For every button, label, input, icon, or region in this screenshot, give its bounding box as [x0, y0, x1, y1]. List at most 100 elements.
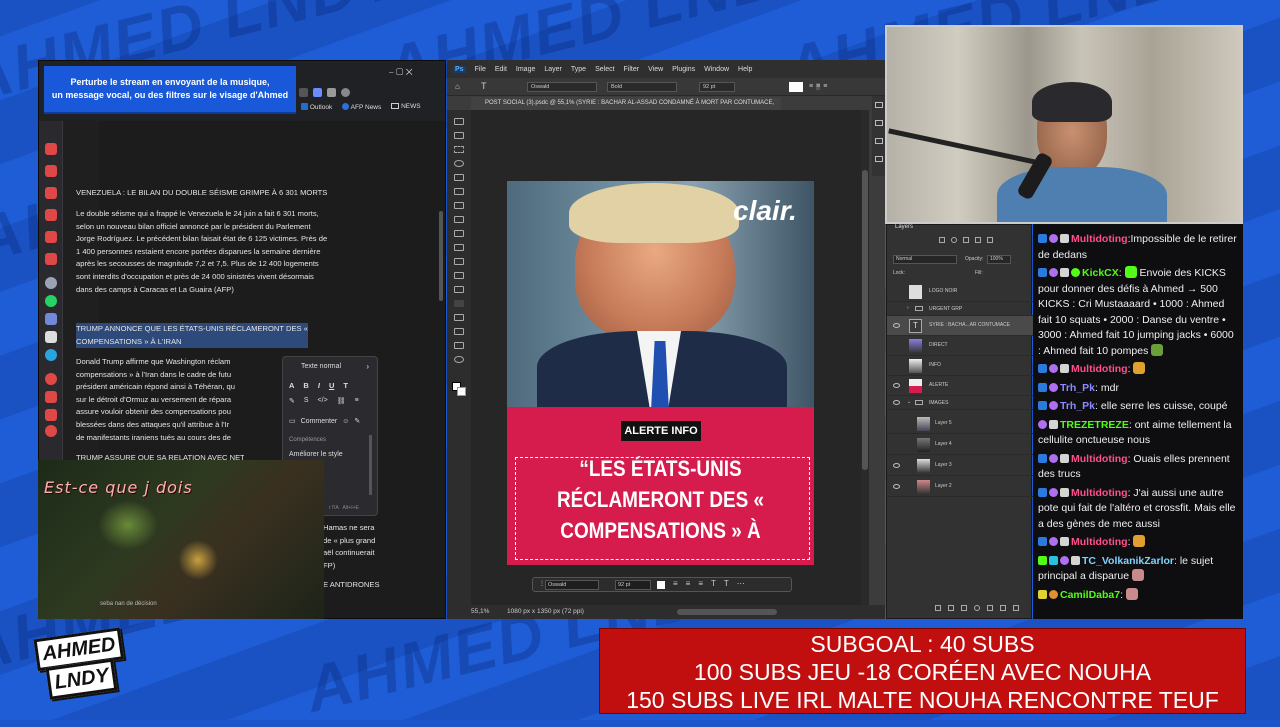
path-select-tool-icon[interactable] [454, 314, 464, 321]
menu-layer[interactable]: Layer [544, 66, 562, 73]
chat-username[interactable]: Multidoting [1071, 487, 1128, 499]
layer-row[interactable]: Layer 5 [887, 414, 1033, 434]
blend-mode-select[interactable]: Normal [893, 255, 957, 264]
color-swatch[interactable] [789, 82, 803, 92]
layer-row-selected[interactable]: T SYRIE : BACHA...AR CONTUMACE [887, 316, 1033, 336]
font-size-select[interactable]: 92 pt [699, 82, 735, 92]
menu-image[interactable]: Image [516, 66, 535, 73]
ps-scrollbar[interactable] [861, 110, 869, 605]
menu-type[interactable]: Type [571, 66, 586, 73]
adjustment-icon[interactable] [974, 605, 980, 611]
brush-tool-icon[interactable] [454, 230, 464, 237]
x-icon[interactable] [45, 331, 57, 343]
new-layer-icon[interactable] [1000, 605, 1006, 611]
menu-window[interactable]: Window [704, 66, 729, 73]
opacity-input[interactable]: 100% [987, 255, 1011, 264]
chevron-down-icon[interactable]: ⌄ [907, 399, 911, 405]
ctx-color-swatch[interactable] [657, 581, 665, 589]
italic-icon[interactable]: I [318, 381, 320, 390]
panel-icon[interactable] [875, 156, 883, 162]
stamp-tool-icon[interactable] [454, 244, 464, 251]
sidebar-icon[interactable] [45, 143, 57, 155]
lasso-tool-icon[interactable] [454, 160, 464, 167]
menu-plugins[interactable]: Plugins [672, 66, 695, 73]
chat-username[interactable]: KickCX [1082, 267, 1119, 279]
clear-format-icon[interactable]: T [343, 381, 348, 390]
telegram-icon[interactable] [45, 349, 57, 361]
panel-icon[interactable] [875, 120, 883, 126]
eye-icon[interactable] [893, 463, 900, 468]
align-center-icon[interactable]: ≡ [686, 579, 691, 588]
mask-icon[interactable] [961, 605, 967, 611]
gradient-tool-icon[interactable] [454, 286, 464, 293]
artboard-tool-icon[interactable] [454, 132, 464, 139]
menu-select[interactable]: Select [595, 66, 614, 73]
menu-edit[interactable]: Edit [495, 66, 507, 73]
font-weight-select[interactable]: Bold [607, 82, 677, 92]
layer-group-row[interactable]: › URGENT GRP [887, 302, 1033, 316]
bookmark-news[interactable]: NEWS [391, 103, 421, 111]
whatsapp-icon[interactable] [45, 295, 57, 307]
history-icon[interactable] [45, 373, 57, 385]
layer-row[interactable]: INFO [887, 356, 1033, 376]
code-icon[interactable]: </> [318, 397, 328, 405]
sidebar-icon[interactable] [45, 391, 57, 403]
emoji-icon[interactable]: ☺ [342, 418, 349, 425]
sidebar-icon[interactable] [45, 209, 57, 221]
fx-icon[interactable] [948, 605, 954, 611]
eye-icon[interactable] [893, 323, 900, 328]
sidebar-icon[interactable] [45, 231, 57, 243]
align-left-icon[interactable]: ≡ [809, 83, 813, 90]
sidebar-icon[interactable] [45, 409, 57, 421]
menu-view[interactable]: View [648, 66, 663, 73]
eye-icon[interactable] [893, 400, 900, 405]
align-center-icon[interactable]: ≡ [816, 83, 821, 90]
sidebar-icon[interactable] [45, 253, 57, 265]
object-select-tool-icon[interactable] [454, 174, 464, 181]
type-tool-icon[interactable] [454, 300, 464, 307]
window-controls[interactable]: ⎯ ▢ ✕ [389, 67, 413, 78]
layers-header[interactable]: Layers [895, 224, 913, 230]
filter-icon[interactable] [963, 237, 969, 243]
font-family-select[interactable]: Oswald [527, 82, 597, 92]
menu-filter[interactable]: Filter [624, 66, 640, 73]
horizontal-scroll-thumb[interactable] [677, 609, 777, 615]
text-style-select[interactable]: Texte normal [301, 363, 341, 370]
layer-row[interactable]: ALERTE [887, 376, 1033, 396]
extension-icon[interactable] [313, 88, 322, 97]
warp-text-icon[interactable]: T [711, 579, 716, 588]
link-icon[interactable]: ⛓ [337, 397, 346, 405]
eye-icon[interactable] [893, 383, 900, 388]
underline-icon[interactable]: U [329, 381, 334, 390]
panel-icon[interactable] [875, 102, 883, 108]
menu-help[interactable]: Help [738, 66, 752, 73]
sidebar-icon[interactable] [45, 165, 57, 177]
extension-icon[interactable] [327, 88, 336, 97]
background-color[interactable] [457, 387, 466, 396]
crop-tool-icon[interactable] [454, 188, 464, 195]
settings-icon[interactable] [45, 425, 57, 437]
layer-row[interactable]: DIRECT [887, 336, 1033, 356]
align-right-icon[interactable]: ≡ [823, 83, 827, 90]
sidebar-icon[interactable] [45, 187, 57, 199]
suggest-icon[interactable]: ✎ [354, 417, 360, 425]
menu-scrollbar[interactable] [369, 435, 372, 495]
list-icon[interactable]: ≡ [355, 397, 359, 405]
chevron-right-icon[interactable]: › [907, 305, 909, 311]
ps-scroll-thumb[interactable] [862, 170, 868, 470]
pencil-icon[interactable]: ✎ [289, 397, 295, 405]
layer-row[interactable]: LOGO NOIR [887, 282, 1033, 302]
chat-username[interactable]: Multidoting [1071, 363, 1128, 375]
chat-username[interactable]: Multidoting [1071, 233, 1128, 245]
layer-row[interactable]: Layer 2 [887, 477, 1033, 497]
char-panel-icon[interactable]: T [724, 579, 729, 588]
filter-icon[interactable] [975, 237, 981, 243]
profile-icon[interactable] [341, 88, 350, 97]
new-group-icon[interactable] [987, 605, 993, 611]
comment-row[interactable]: ▭ Commenter ☺ ✎ [289, 417, 360, 426]
zoom-tool-icon[interactable] [454, 356, 464, 363]
chat-username[interactable]: Multidoting [1071, 453, 1128, 465]
healing-tool-icon[interactable] [454, 216, 464, 223]
eraser-tool-icon[interactable] [454, 272, 464, 279]
layer-group-row[interactable]: ⌄ IMAGES [887, 396, 1033, 410]
